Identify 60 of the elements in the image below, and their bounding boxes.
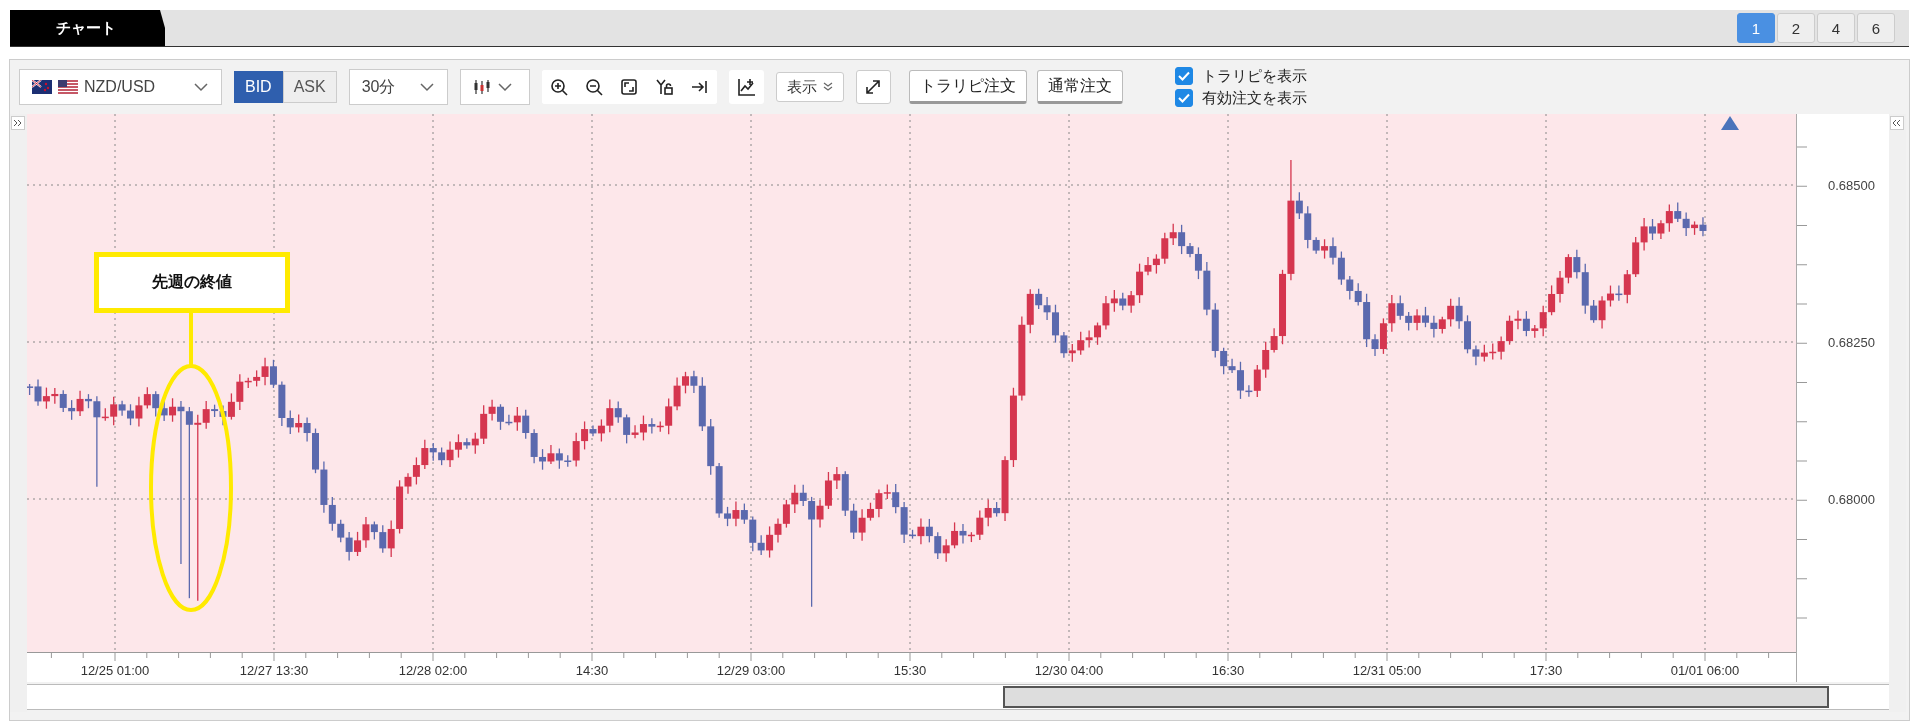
layout-button[interactable]: 6 <box>1857 13 1895 43</box>
time-label: 12/28 02:00 <box>398 663 468 678</box>
checkbox-label: トラリピを表示 <box>1201 66 1307 86</box>
chevron-down-icon <box>418 82 435 92</box>
layout-button[interactable]: 4 <box>1817 13 1855 43</box>
symbol-dropdown[interactable]: NZD/USD <box>19 69 222 105</box>
double-chevron-left-icon <box>1892 119 1902 127</box>
check-icon <box>1177 71 1190 81</box>
double-chevron-right-icon <box>13 119 23 127</box>
y-axis-lock-icon <box>655 78 674 96</box>
price-label: 0.68000 <box>1828 491 1875 507</box>
display-menu-button[interactable]: 表示 <box>775 72 844 102</box>
triangle-icon <box>1721 116 1739 130</box>
zoom-in-icon <box>550 78 569 96</box>
chart-tab[interactable]: チャート <box>10 10 165 46</box>
expand-icon <box>864 78 883 96</box>
symbol-label: NZD/USD <box>84 78 157 96</box>
double-chevron-down-icon <box>822 82 833 92</box>
callout-label: 先週の終値 <box>94 252 290 313</box>
chevron-down-icon <box>496 82 513 92</box>
add-indicator-button[interactable] <box>728 70 764 104</box>
fit-screen-icon <box>620 78 639 96</box>
time-label: 12/31 05:00 <box>1352 663 1422 678</box>
range-selection-handle[interactable] <box>1003 686 1829 708</box>
chevron-down-icon <box>193 82 209 92</box>
check-icon <box>1177 93 1190 103</box>
zoom-out-icon <box>585 78 604 96</box>
time-label: 16:30 <box>1211 663 1245 678</box>
time-label: 12/27 13:30 <box>239 663 309 678</box>
expand-left-button[interactable] <box>11 116 25 130</box>
time-label: 14:30 <box>575 663 609 678</box>
flag-icon <box>58 80 78 94</box>
time-label: 17:30 <box>1529 663 1563 678</box>
time-label: 15:30 <box>893 663 927 678</box>
candlestick-icon <box>472 79 491 95</box>
price-label: 0.68500 <box>1828 177 1875 193</box>
checkbox[interactable] <box>1174 89 1193 107</box>
price-side-toggle[interactable]: ASK <box>282 71 337 103</box>
order-button[interactable]: トラリピ注文 <box>908 70 1027 104</box>
time-label: 12/29 03:00 <box>716 663 786 678</box>
fullscreen-button[interactable] <box>855 70 891 104</box>
checkbox[interactable] <box>1174 67 1193 85</box>
order-button[interactable]: 通常注文 <box>1036 70 1123 104</box>
time-label: 01/01 06:00 <box>1670 663 1740 678</box>
flag-icon <box>32 80 52 94</box>
collapse-right-button[interactable] <box>1890 116 1904 130</box>
timeframe-label: 30分 <box>361 76 396 97</box>
range-navigator[interactable] <box>27 684 1889 710</box>
checkbox-label: 有効注文を表示 <box>1201 88 1307 108</box>
time-label: 12/30 04:00 <box>1034 663 1104 678</box>
price-side-toggle[interactable]: BID <box>234 71 283 103</box>
jump-to-end-icon <box>690 78 709 96</box>
layout-button[interactable]: 2 <box>1777 13 1815 43</box>
chart-type-dropdown[interactable] <box>459 69 530 105</box>
time-label: 12/25 01:00 <box>80 663 150 678</box>
price-label: 0.68250 <box>1828 334 1875 350</box>
chart-plus-icon <box>737 78 756 96</box>
timeframe-dropdown[interactable]: 30分 <box>348 69 448 105</box>
leader-line <box>189 313 193 366</box>
display-label: 表示 <box>786 77 817 97</box>
